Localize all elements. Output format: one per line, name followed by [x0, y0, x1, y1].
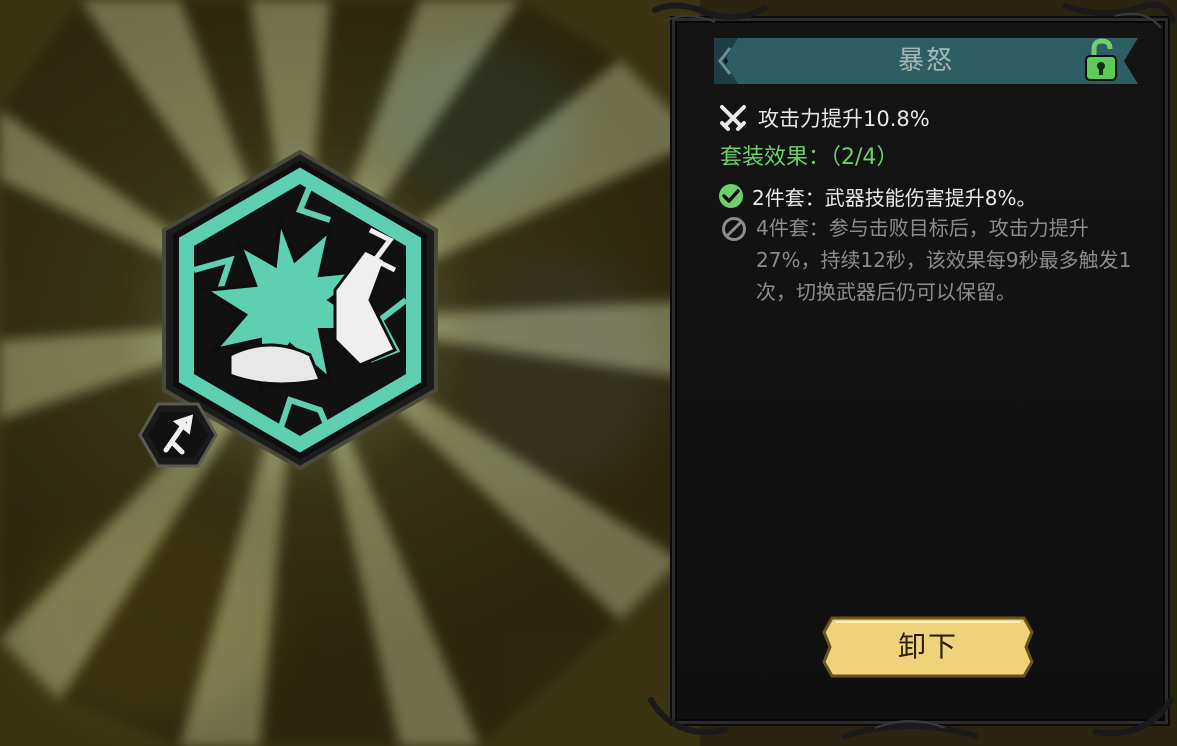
- bonus-2-piece-text: 2件套：武器技能伤害提升8%。: [752, 185, 1037, 210]
- game-screen: 暴怒 攻击力提升10.8% 套装效果：（2/4） 2件套：武器技能伤害提升8%。…: [0, 0, 1177, 746]
- unequip-label: 卸下: [897, 630, 958, 663]
- set-effect-label: 套装效果：（2/4）: [720, 145, 899, 170]
- bonus-2-piece: 2件套：武器技能伤害提升8%。: [718, 180, 1036, 212]
- disabled-circle-icon: [722, 217, 746, 241]
- crossed-swords-icon: [720, 105, 746, 131]
- unequip-button[interactable]: 卸下: [820, 612, 1036, 682]
- bonus-4-piece-text: 4件套：参与击败目标后，攻击力提升27%，持续12秒，该效果每9秒最多触发1次，…: [756, 216, 1132, 304]
- check-circle-icon: [719, 184, 743, 208]
- stat-text: 攻击力提升10.8%: [758, 107, 930, 131]
- set-title: 暴怒: [897, 46, 954, 76]
- weapon-type-badge-icon: [138, 402, 218, 468]
- unlocked-padlock-icon[interactable]: [1082, 38, 1122, 84]
- stat-row: 攻击力提升10.8%: [718, 100, 930, 136]
